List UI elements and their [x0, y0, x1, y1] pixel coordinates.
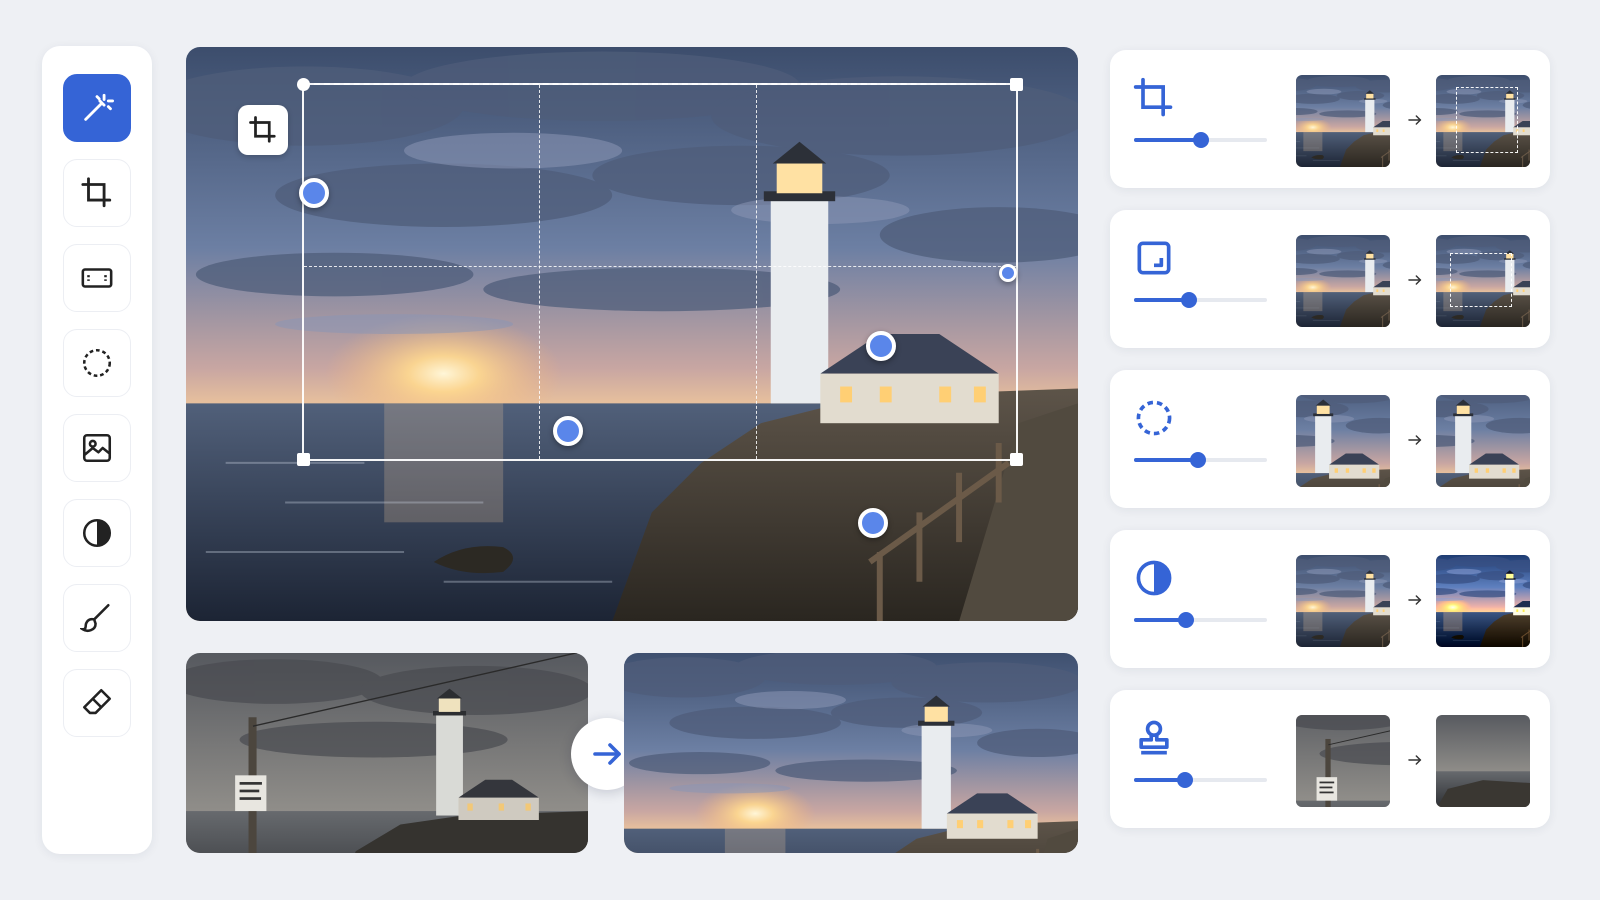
crop-handle-bottom-left[interactable] — [297, 453, 310, 466]
selection-marquee — [1456, 87, 1518, 153]
contrast-icon — [82, 518, 112, 548]
control-point[interactable] — [999, 264, 1017, 282]
crop-icon — [81, 177, 112, 208]
brush-icon — [80, 603, 110, 632]
image-icon — [82, 433, 112, 463]
eraser-tool-button[interactable] — [63, 669, 131, 737]
aspect-ratio-tool-button[interactable] — [63, 244, 131, 312]
arrow-right-icon — [1408, 275, 1422, 285]
arrow-right-icon — [1408, 115, 1422, 125]
slider-knob[interactable] — [1189, 452, 1206, 468]
slider-knob[interactable] — [1180, 292, 1197, 308]
contrast-slider[interactable] — [1134, 612, 1267, 628]
slider-fill — [1134, 138, 1201, 142]
lasso-select-icon — [1132, 396, 1176, 440]
aspect-ratio-icon — [81, 268, 113, 288]
contrast-tool-button[interactable] — [63, 499, 131, 567]
after-thumbnail — [1436, 395, 1530, 487]
control-point[interactable] — [299, 178, 329, 208]
lasso-select-tool-button[interactable] — [63, 329, 131, 397]
before-thumbnail — [1296, 235, 1390, 327]
after-thumbnail — [1436, 555, 1530, 647]
after-image — [624, 653, 1078, 853]
crop-handle-top-right[interactable] — [1010, 78, 1023, 91]
eraser-icon — [82, 688, 112, 715]
slider-knob[interactable] — [1177, 612, 1194, 628]
brush-tool-button[interactable] — [63, 584, 131, 652]
magic-wand-tool-button[interactable] — [63, 74, 131, 142]
crop-rectangle[interactable] — [297, 78, 1023, 466]
after-thumbnail — [1436, 75, 1530, 167]
crop-top-edge[interactable] — [304, 83, 1016, 85]
grid-line — [756, 85, 758, 459]
tool-sidebar — [42, 46, 152, 854]
slider-knob[interactable] — [1176, 772, 1193, 788]
crop-slider[interactable] — [1134, 132, 1267, 148]
control-point[interactable] — [553, 416, 583, 446]
grid-line — [538, 85, 540, 459]
before-thumbnail — [1296, 395, 1390, 487]
crop-mode-badge[interactable] — [238, 105, 288, 155]
before-thumbnail — [1296, 715, 1390, 807]
slider-knob[interactable] — [1192, 132, 1209, 148]
magic-wand-icon — [84, 93, 114, 121]
main-canvas-photo[interactable] — [186, 47, 1078, 621]
before-photo[interactable] — [186, 653, 588, 853]
crop-tool-button[interactable] — [63, 159, 131, 227]
crop-icon — [1132, 76, 1176, 120]
after-photo[interactable] — [624, 653, 1078, 853]
crop-handle-top-left[interactable] — [297, 78, 310, 91]
arrow-right-icon — [1408, 755, 1422, 765]
contrast-icon — [1132, 556, 1176, 600]
slider-fill — [1134, 458, 1198, 462]
control-point[interactable] — [858, 508, 888, 538]
crop-adjustment-card — [1110, 50, 1550, 188]
before-thumbnail — [1296, 75, 1390, 167]
resize-slider[interactable] — [1134, 292, 1267, 308]
selection-marquee — [1450, 253, 1512, 307]
before-thumbnail — [1296, 555, 1390, 647]
control-point[interactable] — [866, 331, 896, 361]
resize-icon — [1132, 236, 1176, 280]
arrow-right-icon — [593, 743, 621, 765]
resize-adjustment-card — [1110, 210, 1550, 348]
after-thumbnail — [1436, 235, 1530, 327]
arrow-right-icon — [1408, 595, 1422, 605]
lasso-select-icon — [82, 348, 112, 378]
image-tool-button[interactable] — [63, 414, 131, 482]
select-slider[interactable] — [1134, 452, 1267, 468]
before-image — [186, 653, 588, 853]
after-thumbnail — [1436, 715, 1530, 807]
crop-icon — [249, 116, 276, 143]
grid-line — [304, 266, 1016, 268]
contrast-adjustment-card — [1110, 530, 1550, 668]
stamp-adjustment-card — [1110, 690, 1550, 828]
stamp-icon — [1132, 716, 1176, 760]
crop-handle-bottom-right[interactable] — [1010, 453, 1023, 466]
select-adjustment-card — [1110, 370, 1550, 508]
arrow-right-icon — [1408, 435, 1422, 445]
stamp-slider[interactable] — [1134, 772, 1267, 788]
